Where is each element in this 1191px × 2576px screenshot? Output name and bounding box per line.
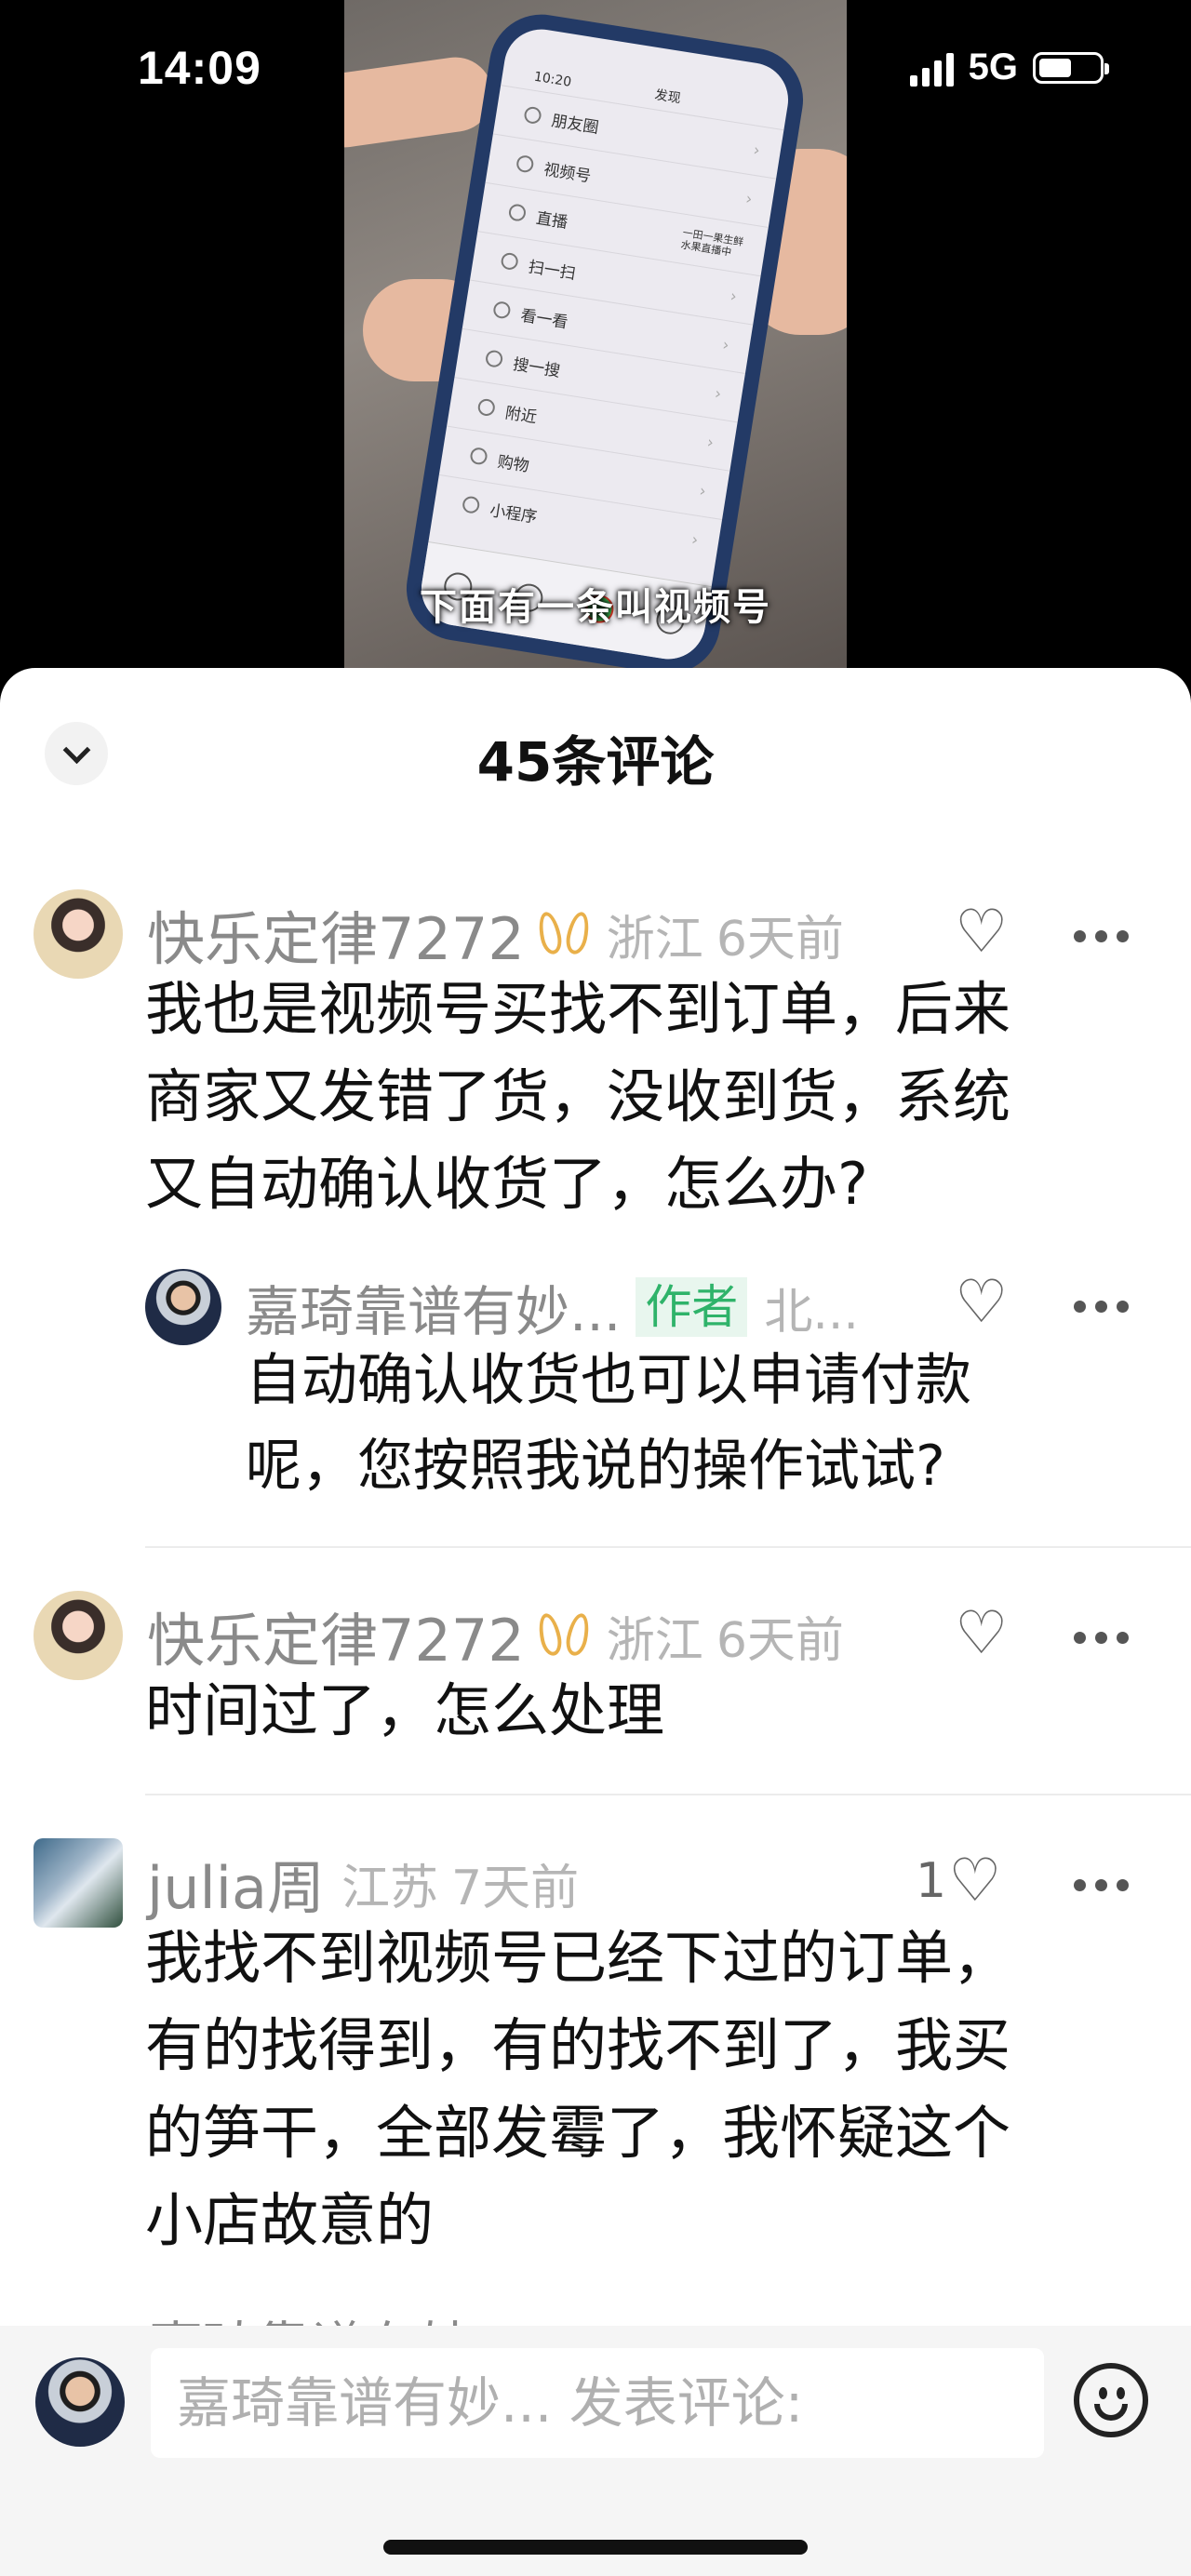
menu-icon xyxy=(500,251,519,272)
heart-icon: ♡ xyxy=(955,1268,1009,1337)
reply-more-icon[interactable] xyxy=(1074,1301,1129,1313)
menu-icon xyxy=(484,349,504,368)
divider xyxy=(145,1546,1191,1548)
like-count: 1 xyxy=(916,1853,947,1909)
heart-icon: ♡ xyxy=(955,1599,1009,1668)
status-time: 14:09 xyxy=(138,42,261,94)
network-label: 5G xyxy=(968,47,1018,87)
comment-time: 7天前 xyxy=(450,1860,580,1916)
more-icon[interactable] xyxy=(1074,1632,1129,1644)
menu-icon xyxy=(461,495,481,514)
like-button[interactable]: ♡ xyxy=(955,1604,1008,1663)
comment-text: 时间过了，怎么处理 xyxy=(145,1676,665,1744)
reply-text: 自动确认收货也可以申请付款 呢，您按照我说的操作试试? xyxy=(246,1348,971,1499)
menu-icon xyxy=(469,446,488,466)
comment-time: 6天前 xyxy=(716,1612,844,1669)
comments-count-title: 45条评论 xyxy=(476,730,715,794)
avatar[interactable] xyxy=(33,1591,123,1680)
heart-icon: ♡ xyxy=(948,1847,1002,1915)
status-icons: 5G xyxy=(909,47,1109,88)
reply-avatar[interactable] xyxy=(145,1269,221,1345)
sheet-header: 45条评论 xyxy=(0,668,1191,845)
reply-location: 北... xyxy=(764,1284,859,1341)
menu-icon xyxy=(476,397,497,418)
comment-location: 江苏 xyxy=(341,1860,438,1916)
status-bar: 14:09 5G xyxy=(0,0,1191,140)
comment-text: 我找不到视频号已经下过的订单， 有的找得到，有的找不到了，我买 的笋干，全部发霉… xyxy=(145,1924,1011,2254)
menu-icon xyxy=(492,300,512,320)
divider xyxy=(145,1794,1191,1795)
emoji-icon[interactable] xyxy=(1074,2363,1148,2437)
avatar[interactable] xyxy=(33,1838,123,1928)
home-indicator xyxy=(383,2540,808,2555)
reply-like-button[interactable]: ♡ xyxy=(955,1273,1008,1332)
signal-icon xyxy=(909,49,954,87)
comment-location: 浙江 xyxy=(606,911,703,968)
comment-input[interactable]: 嘉琦靠谱有妙... 发表评论: xyxy=(151,2348,1044,2458)
avatar[interactable] xyxy=(33,889,123,979)
commenter-name[interactable]: 快乐定律7272 xyxy=(147,892,525,976)
comment-location: 浙江 xyxy=(606,1612,703,1669)
comment-time: 6天前 xyxy=(716,911,844,968)
butterfly-badge-icon xyxy=(538,908,590,960)
my-avatar[interactable] xyxy=(35,2357,125,2447)
reply-author-name[interactable]: 嘉琦靠谱有妙... xyxy=(246,1268,621,1346)
more-icon[interactable] xyxy=(1074,930,1129,942)
butterfly-badge-icon xyxy=(538,1609,590,1662)
commenter-name[interactable]: julia周 xyxy=(147,1841,325,1925)
reply-meta: 嘉琦靠谱有妙... 作者 北... xyxy=(246,1269,859,1345)
more-icon[interactable] xyxy=(1074,1879,1129,1891)
comment-text: 我也是视频号买找不到订单，后来 商家又发错了货，没收到货，系统 又自动确认收货了… xyxy=(145,975,1011,1218)
like-button[interactable]: ♡ xyxy=(955,902,1008,962)
comment-input-bar: 嘉琦靠谱有妙... 发表评论: xyxy=(0,2326,1191,2576)
author-tag: 作者 xyxy=(636,1277,748,1337)
heart-icon: ♡ xyxy=(955,898,1009,967)
menu-icon xyxy=(515,153,535,174)
commenter-name[interactable]: 快乐定律7272 xyxy=(147,1594,525,1677)
comments-sheet: 45条评论 快乐定律7272 浙江 6天前 ♡ 我也是视频号买找不到订单，后来 … xyxy=(0,668,1191,2576)
menu-icon xyxy=(507,203,528,222)
video-subtitle: 下面有一条叫视频号 xyxy=(420,586,771,629)
battery-icon xyxy=(1033,51,1109,84)
like-button[interactable]: 1 ♡ xyxy=(916,1851,1001,1911)
